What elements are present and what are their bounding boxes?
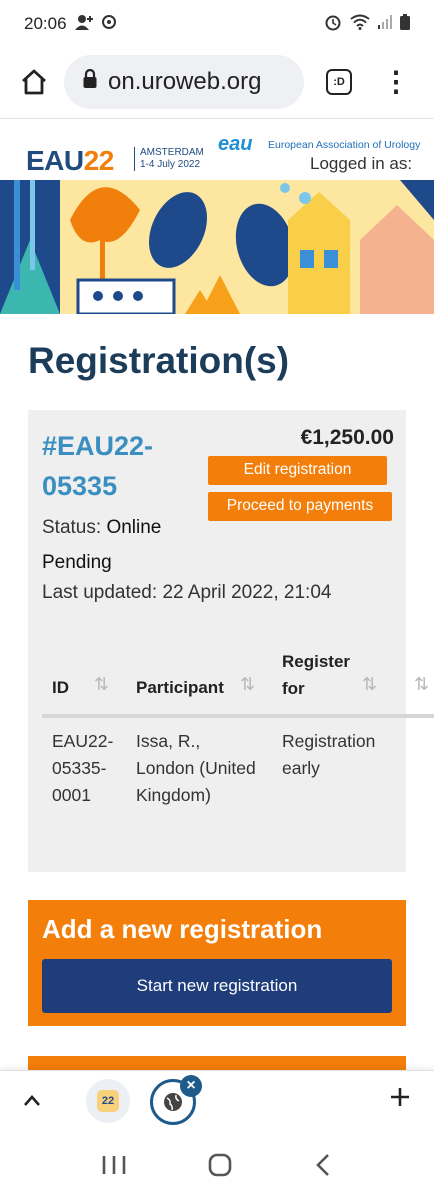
column-header-register-for[interactable]: Register for bbox=[282, 648, 362, 702]
chevron-up-icon[interactable] bbox=[22, 1091, 42, 1116]
proceed-to-payments-button[interactable]: Proceed to payments bbox=[208, 492, 392, 521]
signal-icon bbox=[378, 15, 392, 33]
event-dates: 1-4 July 2022 bbox=[140, 159, 201, 170]
new-tab-plus-icon[interactable] bbox=[388, 1085, 412, 1114]
home-nav-icon bbox=[208, 1153, 232, 1176]
status-bar: 20:06 bbox=[0, 0, 434, 48]
org-name: European Association of Urology bbox=[268, 139, 421, 151]
sort-icon[interactable]: ⇅ bbox=[94, 674, 109, 695]
sort-icon[interactable]: ⇅ bbox=[362, 674, 377, 695]
cell-participant: Issa, R., London (United Kingdom) bbox=[136, 731, 256, 805]
last-updated-value: 22 April 2022, 21:04 bbox=[162, 582, 332, 603]
logo-prefix: EAU bbox=[26, 145, 84, 176]
site-header: EAU22 AMSTERDAM 1-4 July 2022 eau Europe… bbox=[0, 118, 434, 180]
tab-switcher-button[interactable]: :D bbox=[326, 69, 352, 95]
status-label: Status: bbox=[42, 517, 102, 538]
battery-icon bbox=[400, 14, 410, 34]
last-updated: Last updated: 22 April 2022, 21:04 bbox=[42, 582, 331, 604]
recents-icon bbox=[102, 1155, 125, 1174]
back-icon bbox=[316, 1153, 330, 1176]
alarm-icon bbox=[324, 13, 342, 35]
eau22-favicon: 22 bbox=[97, 1090, 119, 1112]
registration-status: Status: Online Pending bbox=[42, 510, 232, 580]
sort-icon[interactable]: ⇅ bbox=[240, 674, 255, 695]
registration-price: €1,250.00 bbox=[300, 426, 394, 449]
globe-icon bbox=[164, 1093, 182, 1111]
browser-tab-bar: 22 × bbox=[0, 1070, 434, 1134]
logged-in-label: Logged in as: bbox=[310, 154, 413, 173]
page-title: Registration(s) bbox=[28, 340, 290, 381]
address-bar[interactable]: on.uroweb.org bbox=[64, 55, 304, 109]
home-button[interactable] bbox=[14, 62, 54, 102]
logo-year: 22 bbox=[83, 145, 115, 176]
last-updated-label: Last updated: bbox=[42, 582, 158, 603]
recents-button[interactable] bbox=[101, 1154, 127, 1181]
column-header-id[interactable]: ID bbox=[52, 674, 69, 701]
add-user-icon bbox=[74, 14, 95, 35]
cell-register-for: Registration early bbox=[282, 731, 376, 778]
browser-toolbar: on.uroweb.org :D ⋮ bbox=[0, 48, 434, 116]
event-info: AMSTERDAM 1-4 July 2022 bbox=[134, 147, 204, 171]
table-header-divider bbox=[42, 714, 434, 718]
event-city: AMSTERDAM bbox=[140, 147, 204, 158]
home-icon bbox=[22, 69, 46, 95]
cell-id: EAU22-05335-0001 bbox=[52, 731, 114, 805]
close-tab-button[interactable]: × bbox=[180, 1075, 202, 1097]
more-options-icon[interactable]: ⋮ bbox=[382, 68, 410, 96]
url-text: on.uroweb.org bbox=[108, 68, 262, 95]
eau-org-logo[interactable]: eau bbox=[218, 133, 252, 156]
lock-icon bbox=[82, 68, 98, 96]
new-registration-panel: Add a new registration Start new registr… bbox=[28, 900, 406, 1026]
eau22-logo[interactable]: EAU22 bbox=[26, 145, 114, 177]
new-registration-title: Add a new registration bbox=[42, 914, 323, 944]
registration-id-link[interactable]: #EAU22-05335 bbox=[42, 426, 182, 506]
tab-eau22[interactable]: 22 bbox=[86, 1079, 130, 1123]
wifi-icon bbox=[350, 14, 370, 34]
event-banner bbox=[0, 180, 434, 314]
edit-registration-button[interactable]: Edit registration bbox=[208, 456, 387, 485]
system-nav-bar bbox=[0, 1134, 434, 1200]
home-nav-button[interactable] bbox=[208, 1153, 232, 1182]
clock: 20:06 bbox=[24, 14, 67, 33]
column-header-participant[interactable]: Participant bbox=[136, 674, 224, 701]
back-button[interactable] bbox=[313, 1153, 333, 1182]
start-new-registration-button[interactable]: Start new registration bbox=[42, 959, 392, 1013]
sync-icon bbox=[101, 14, 117, 35]
close-icon: × bbox=[186, 1077, 196, 1094]
registration-card: #EAU22-05335 €1,250.00 Edit registration… bbox=[28, 410, 434, 872]
sort-icon[interactable]: ⇅ bbox=[414, 674, 429, 695]
